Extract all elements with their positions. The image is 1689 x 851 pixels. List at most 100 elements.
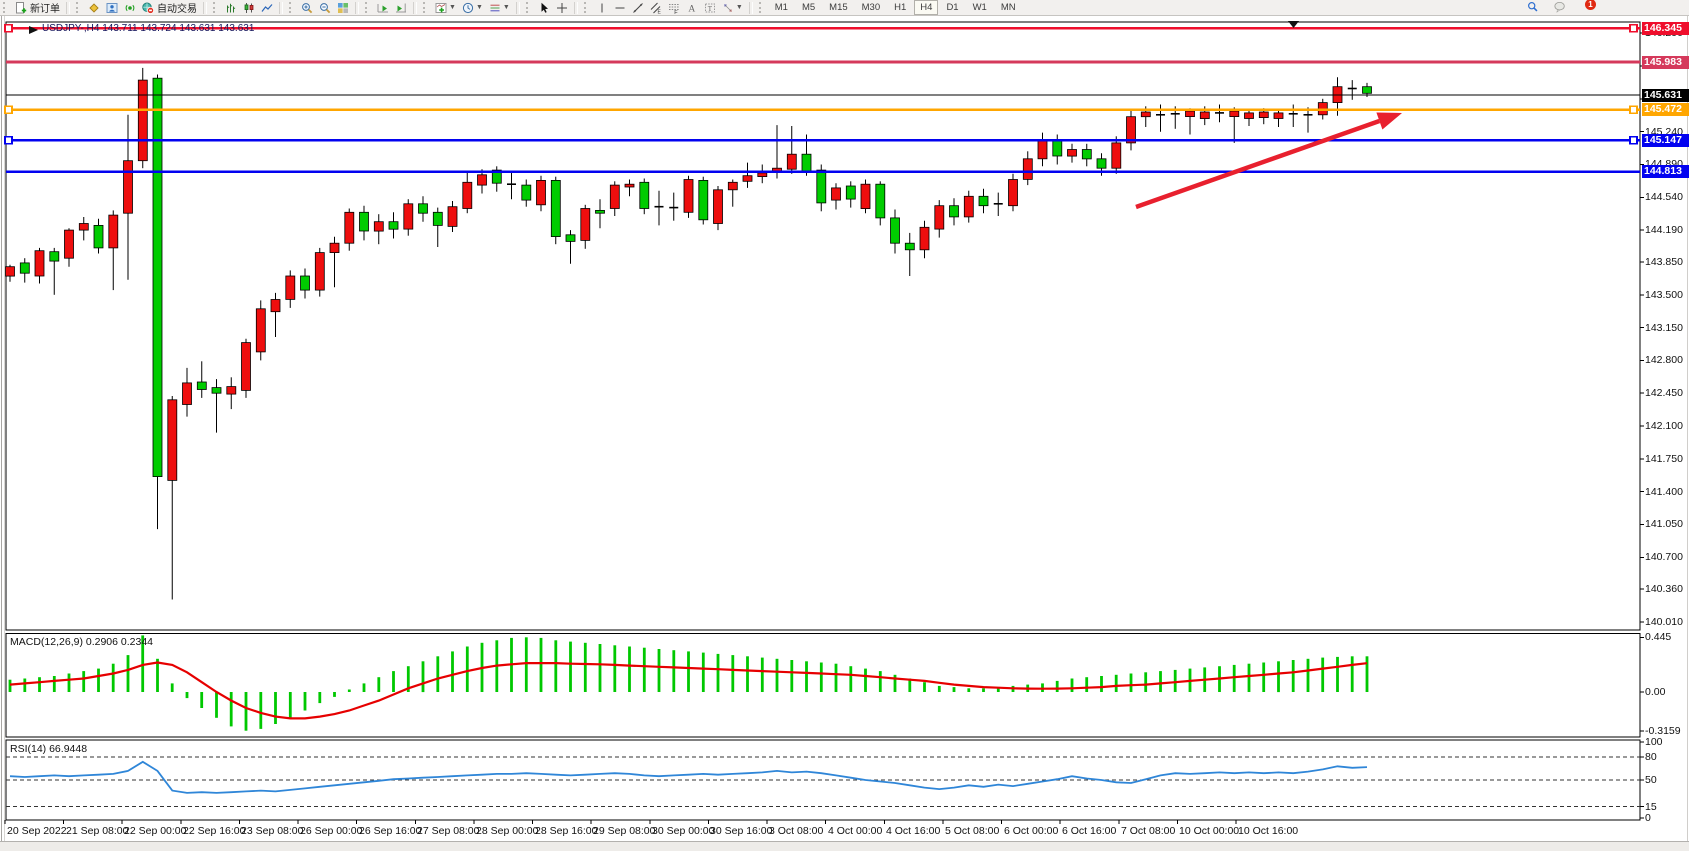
signal-button[interactable] [122,1,138,14]
resistance-line-1-left-handle[interactable] [5,25,12,32]
dropdown-caret-icon[interactable]: ▼ [503,4,510,11]
timeframe-M5-button[interactable]: M5 [796,0,821,15]
toolbar-grip [526,2,533,13]
dropdown-caret-icon[interactable]: ▼ [449,4,456,11]
new-order-icon [15,2,27,14]
candle-body [964,196,973,217]
indicators-button[interactable]: ▼ [433,1,458,14]
candle-body [1363,87,1372,94]
crosshair-button[interactable] [554,1,570,14]
macd-pane[interactable] [6,634,1640,738]
auto-trading-button[interactable]: 自动交易 [140,1,199,14]
candle-body [802,154,811,172]
fibonacci-button[interactable]: F [666,1,682,14]
toolbar-grip [76,2,83,13]
dropdown-caret-icon[interactable]: ▼ [736,4,743,11]
date-axis-label: 4 Oct 16:00 [886,825,940,837]
candle-body [153,78,162,476]
timeframe-D1-button[interactable]: D1 [940,0,964,15]
trendline-icon [632,2,644,14]
support-line-1-right-handle[interactable] [1630,137,1637,144]
candle-body [728,182,737,190]
auto-scroll-button[interactable] [375,1,391,14]
navigator-button[interactable] [104,1,120,14]
price-axis-label: 142.800 [1645,354,1683,366]
tile-windows-button[interactable] [335,1,351,14]
bar-chart-button[interactable] [223,1,239,14]
timeframe-H1-button[interactable]: H1 [888,0,912,15]
toolbar-separator [749,2,753,14]
equidistant-channel-button[interactable]: E [648,1,664,14]
cursor-button[interactable] [536,1,552,14]
date-axis-label: 20 Sep 2022 [7,825,67,837]
price-axis-label: 141.750 [1645,453,1683,465]
candle-body [1259,112,1268,118]
bar-chart-icon [225,2,237,14]
market-watch-button[interactable] [86,1,102,14]
periods-button[interactable]: ▼ [460,1,485,14]
timeframe-H4-button[interactable]: H4 [914,0,938,15]
zoom-out-button[interactable] [317,1,333,14]
zoom-in-button[interactable] [299,1,315,14]
candle-body [50,252,59,261]
price-axis-label: 140.010 [1645,616,1683,628]
search-button[interactable] [1525,1,1543,14]
timeframe-MN-button[interactable]: MN [995,0,1022,15]
macd-indicator-label: MACD(12,26,9) 0.2906 0.2344 [10,636,153,648]
toolbar-separator [516,2,520,14]
text-label-button[interactable]: T [702,1,718,14]
timeframe-M1-button[interactable]: M1 [769,0,794,15]
support-line-2-price-badge: 144.813 [1642,165,1689,178]
dropdown-caret-icon[interactable]: ▼ [476,4,483,11]
templates-icon [489,2,501,14]
templates-button[interactable]: ▼ [487,1,512,14]
trendline-button[interactable] [630,1,646,14]
chart-canvas[interactable] [0,0,1689,850]
candle-body [566,235,575,242]
date-axis-label: 28 Sep 00:00 [476,825,538,837]
horizontal-line-button[interactable] [612,1,628,14]
periods-icon [462,2,474,14]
candlestick-chart-icon [243,2,255,14]
orange-line-right-handle[interactable] [1630,106,1637,113]
arrows-button[interactable]: ▼ [720,1,745,14]
timeframe-M15-button[interactable]: M15 [823,0,853,15]
candle-body [124,161,133,214]
date-axis-label: 27 Sep 08:00 [417,825,479,837]
candle-body [950,206,959,217]
candle-body [168,400,177,481]
candle-body [684,180,693,213]
notifications-button[interactable]: 1 [1552,1,1570,14]
candle-body [640,182,649,208]
toolbar-grip [759,2,766,13]
candle-body [330,243,339,252]
chart-shift-button[interactable] [393,1,409,14]
line-chart-button[interactable] [259,1,275,14]
vertical-line-button[interactable] [594,1,610,14]
resistance-line-1-right-handle[interactable] [1630,25,1637,32]
candlestick-chart-button[interactable] [241,1,257,14]
candle-body [404,204,413,229]
navigator-icon [106,2,118,14]
new-order-button[interactable]: 新订单 [13,1,62,14]
svg-text:E: E [657,9,661,14]
price-axis-label: 140.700 [1645,551,1683,563]
support-line-1-left-handle[interactable] [5,137,12,144]
candle-body [94,225,103,248]
text-label-icon: T [704,2,716,14]
candle-body [1274,113,1283,119]
toolbar-separator [355,2,359,14]
market-watch-icon [88,2,100,14]
candle-body [610,185,619,208]
svg-text:T: T [708,4,713,12]
timeframe-M30-button[interactable]: M30 [856,0,886,15]
horizontal-line-icon [614,2,626,14]
candle-body [433,212,442,225]
text-button[interactable]: A [684,1,700,14]
orange-line-left-handle[interactable] [5,106,12,113]
date-axis-label: 22 Sep 16:00 [183,825,245,837]
price-axis-label: 144.190 [1645,224,1683,236]
candle-body [286,276,295,299]
date-axis-label: 10 Oct 16:00 [1238,825,1298,837]
timeframe-W1-button[interactable]: W1 [967,0,993,15]
